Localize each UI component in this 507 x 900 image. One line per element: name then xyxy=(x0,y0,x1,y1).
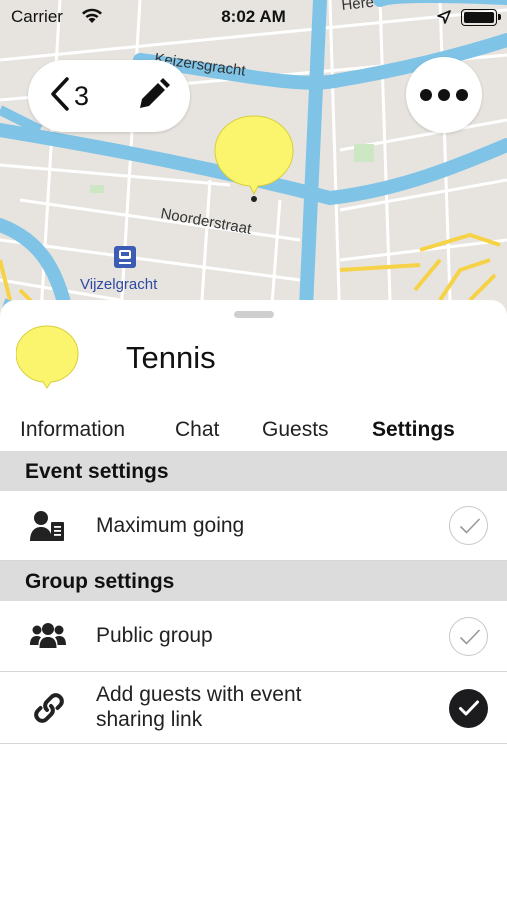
setting-row-public-group[interactable]: Public group xyxy=(0,601,507,672)
setting-label-line1: Add guests with event xyxy=(96,683,302,706)
battery-icon xyxy=(461,9,501,26)
tab-bar: Information Chat Guests Settings xyxy=(0,412,507,452)
event-title: Tennis xyxy=(126,340,216,375)
setting-row-sharing-link[interactable]: Add guests with event sharing link xyxy=(0,672,507,744)
street-label-vijzelgracht: Vijzelgracht xyxy=(80,276,158,293)
public-group-checkbox[interactable] xyxy=(449,617,488,656)
setting-label: Public group xyxy=(96,624,213,647)
maximum-going-checkbox[interactable] xyxy=(449,506,488,545)
link-icon xyxy=(32,691,66,730)
pencil-icon xyxy=(136,78,170,116)
event-avatar-icon xyxy=(15,325,80,394)
more-options-button[interactable] xyxy=(406,57,482,133)
setting-label: Maximum going xyxy=(96,514,245,537)
clock: 8:02 AM xyxy=(221,7,286,26)
group-icon xyxy=(30,623,66,654)
sharing-link-checkbox[interactable] xyxy=(449,689,488,728)
back-button[interactable]: 3 xyxy=(50,76,110,116)
user-list-icon xyxy=(30,510,66,547)
setting-row-maximum-going[interactable]: Maximum going xyxy=(0,491,507,561)
ellipsis-icon xyxy=(417,89,471,101)
status-bar: Carrier 8:02 AM xyxy=(0,0,507,34)
setting-label: Add guests with event sharing link xyxy=(96,682,301,732)
section-title: Group settings xyxy=(25,570,175,593)
tab-information[interactable]: Information xyxy=(20,418,125,442)
event-detail-sheet: Tennis Information Chat Guests Settings … xyxy=(0,300,507,900)
section-header-event-settings: Event settings xyxy=(0,451,507,491)
map-nav-pill: 3 xyxy=(28,60,190,132)
edit-button[interactable] xyxy=(136,78,172,114)
section-title: Event settings xyxy=(25,460,169,483)
setting-label-line2: sharing link xyxy=(96,708,203,731)
tab-settings[interactable]: Settings xyxy=(372,418,455,442)
chevron-left-icon xyxy=(50,76,70,116)
sheet-grabber[interactable] xyxy=(234,311,274,318)
tab-chat[interactable]: Chat xyxy=(175,418,219,442)
tab-guests[interactable]: Guests xyxy=(262,418,329,442)
back-count: 3 xyxy=(74,80,90,111)
section-header-group-settings: Group settings xyxy=(0,561,507,601)
map-view[interactable]: Keizersgracht Noorderstraat Vijzelgracht… xyxy=(0,0,507,330)
location-arrow-icon xyxy=(437,10,451,29)
